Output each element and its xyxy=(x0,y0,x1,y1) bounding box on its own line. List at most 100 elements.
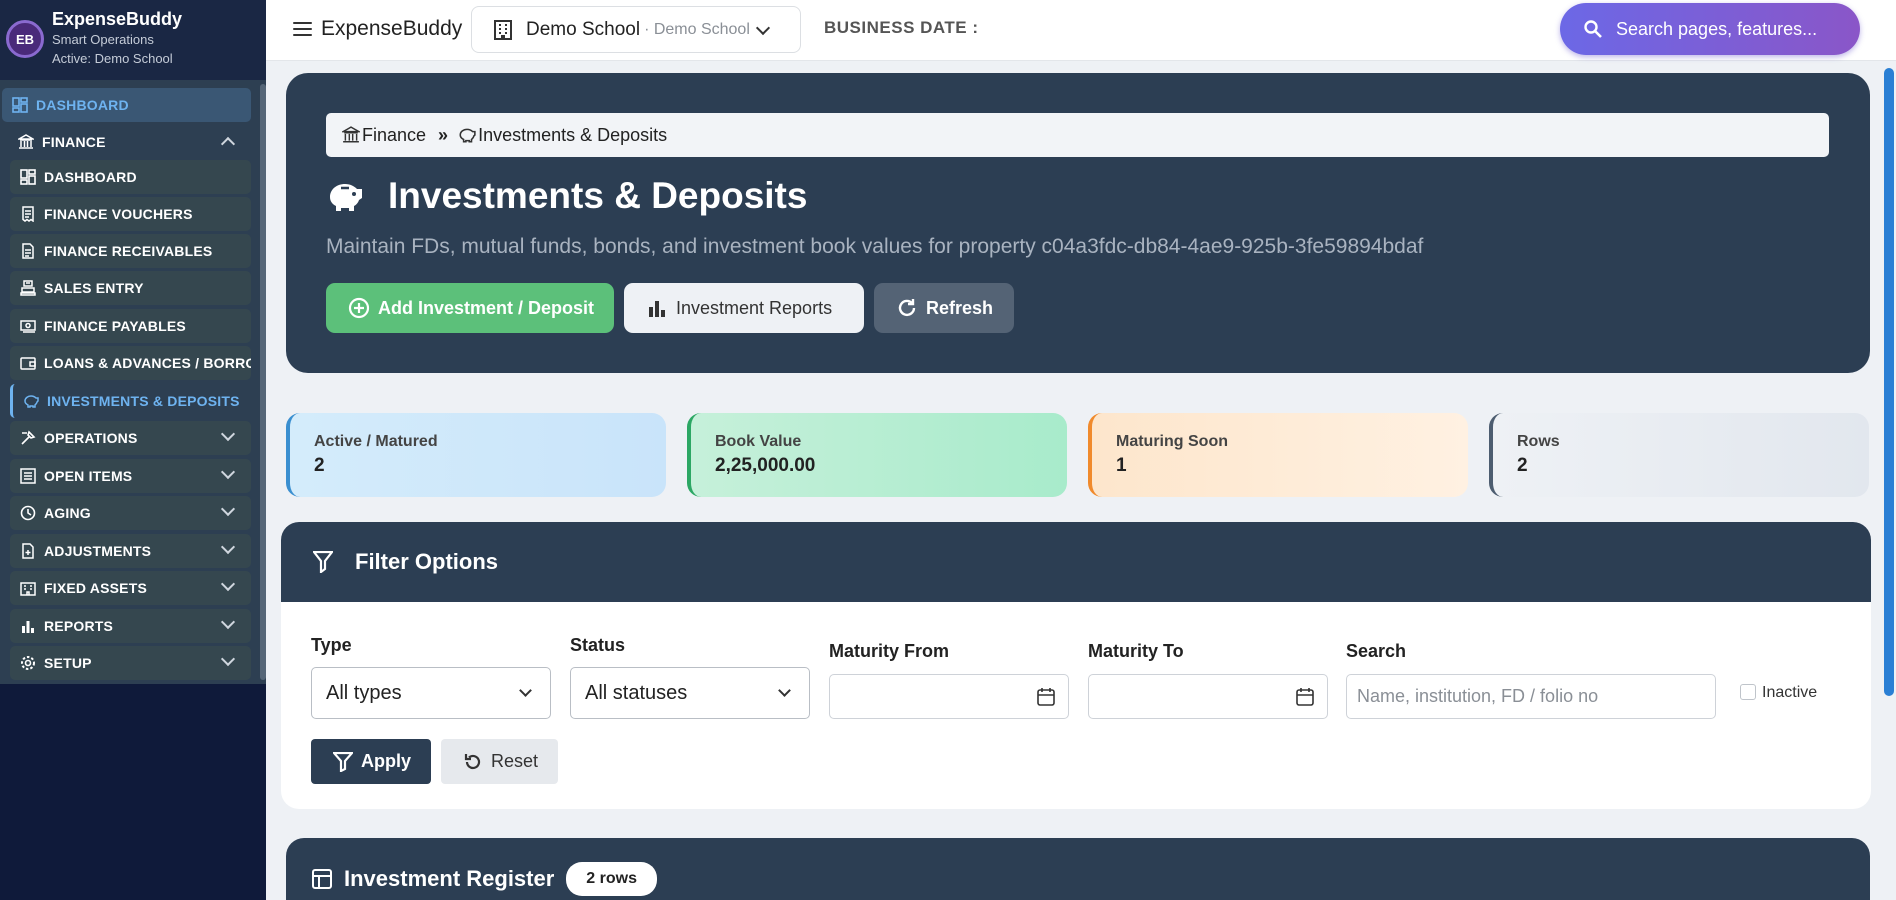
stat-card-maturing-soon: Maturing Soon 1 xyxy=(1088,413,1468,497)
chevron-up-icon xyxy=(220,136,236,152)
filter-header: Filter Options xyxy=(281,522,1871,602)
maturity-from-input[interactable] xyxy=(829,674,1069,719)
investment-reports-label: Investment Reports xyxy=(676,297,833,318)
sidebar-scrollbar[interactable] xyxy=(260,84,266,680)
school-sub: · Demo School xyxy=(644,20,750,38)
sidebar-item-sales-entry[interactable]: SALES ENTRY xyxy=(10,271,251,305)
page-title: Investments & Deposits xyxy=(326,175,807,217)
brand-subtitle: Smart Operations xyxy=(52,32,154,47)
sidebar-item-finance-dashboard[interactable]: DASHBOARD xyxy=(10,160,251,194)
sidebar-item-investments-deposits[interactable]: INVESTMENTS & DEPOSITS xyxy=(10,384,251,418)
sidebar-item-label: INVESTMENTS & DEPOSITS xyxy=(47,393,240,409)
sidebar-item-label: SETUP xyxy=(44,655,92,671)
stat-label: Active / Matured xyxy=(314,433,438,450)
add-investment-label: Add Investment / Deposit xyxy=(378,297,595,318)
sidebar-item-loans-advances[interactable]: LOANS & ADVANCES / BORROWINGS xyxy=(10,346,251,380)
school-selector[interactable]: Demo School · Demo School xyxy=(471,6,801,53)
school-name: Demo School xyxy=(526,18,641,40)
calendar-icon[interactable] xyxy=(1036,687,1056,707)
bar-chart-icon xyxy=(649,301,665,317)
clock-icon xyxy=(20,505,36,521)
register-title-text: Investment Register xyxy=(344,866,555,891)
sidebar-item-finance-vouchers[interactable]: FINANCE VOUCHERS xyxy=(10,197,251,231)
sidebar-item-finance-receivables[interactable]: FINANCE RECEIVABLES xyxy=(10,234,251,268)
investment-reports-button[interactable]: Investment Reports xyxy=(624,283,864,333)
sidebar: EB ExpenseBuddy Smart Operations Active:… xyxy=(0,0,266,900)
sidebar-item-label: OPEN ITEMS xyxy=(44,468,133,484)
brand-active-school: Active: Demo School xyxy=(52,51,173,66)
filter-card: Filter Options Type All types Status All… xyxy=(281,522,1871,809)
apply-button[interactable]: Apply xyxy=(311,739,431,784)
stat-label: Rows xyxy=(1517,433,1560,450)
file-plus-icon xyxy=(22,543,34,559)
reset-button[interactable]: Reset xyxy=(441,739,558,784)
type-select[interactable]: All types xyxy=(311,667,551,719)
plus-circle-icon xyxy=(348,297,370,319)
breadcrumb: Finance » Investments & Deposits xyxy=(326,113,1829,157)
bar-chart-icon xyxy=(22,621,34,633)
status-select[interactable]: All statuses xyxy=(570,667,810,719)
main-scrollbar[interactable] xyxy=(1884,68,1894,696)
chevron-down-icon xyxy=(220,501,236,517)
stat-value: 1 xyxy=(1116,455,1127,476)
sidebar-item-label: FIXED ASSETS xyxy=(44,580,148,596)
chevron-down-icon xyxy=(778,684,791,697)
page-header-card: Finance » Investments & Deposits Investm… xyxy=(286,73,1870,373)
inactive-label: Inactive xyxy=(1762,684,1818,701)
sidebar-item-aging[interactable]: AGING xyxy=(10,496,251,530)
sidebar-item-label: DASHBOARD xyxy=(36,97,129,113)
reset-label: Reset xyxy=(491,751,539,771)
inactive-checkbox[interactable] xyxy=(1740,684,1756,700)
type-select-value: All types xyxy=(326,681,402,704)
sidebar-item-fixed-assets[interactable]: FIXED ASSETS xyxy=(10,571,251,605)
maturity-to-input[interactable] xyxy=(1088,674,1328,719)
operations-icon xyxy=(21,430,36,445)
sidebar-item-dashboard[interactable]: DASHBOARD xyxy=(2,88,251,122)
apply-label: Apply xyxy=(361,751,412,771)
sidebar-item-adjustments[interactable]: ADJUSTMENTS xyxy=(10,534,251,568)
building-icon xyxy=(20,582,36,596)
hamburger-menu-icon[interactable] xyxy=(293,22,312,37)
sidebar-item-label: FINANCE PAYABLES xyxy=(44,318,186,334)
chevron-down-icon xyxy=(519,684,532,697)
chevron-down-icon xyxy=(220,614,236,630)
sidebar-item-label: FINANCE RECEIVABLES xyxy=(44,243,213,259)
register-header: Investment Register 2 rows xyxy=(312,862,657,896)
sidebar-item-label: FINANCE xyxy=(42,134,106,150)
receipt-icon xyxy=(22,206,34,222)
sidebar-item-label: LOANS & ADVANCES / BORROWINGS xyxy=(44,355,251,371)
sidebar-item-open-items[interactable]: OPEN ITEMS xyxy=(10,459,251,493)
brand-logo: EB xyxy=(6,20,44,58)
sidebar-item-finance-payables[interactable]: FINANCE PAYABLES xyxy=(10,309,251,343)
maturity-to-label: Maturity To xyxy=(1088,641,1184,661)
business-date-label: BUSINESS DATE : xyxy=(824,18,979,37)
sidebar-item-operations[interactable]: OPERATIONS xyxy=(10,421,251,455)
refresh-button[interactable]: Refresh xyxy=(874,283,1014,333)
reset-icon xyxy=(464,753,481,769)
sidebar-item-label: ADJUSTMENTS xyxy=(44,543,152,559)
stat-value: 2,25,000.00 xyxy=(715,455,816,476)
calendar-icon[interactable] xyxy=(1295,687,1315,707)
piggy-bank-icon xyxy=(24,395,39,408)
sidebar-item-reports[interactable]: REPORTS xyxy=(10,609,251,643)
sidebar-item-setup[interactable]: SETUP xyxy=(10,646,251,680)
sidebar-item-label: SALES ENTRY xyxy=(44,280,144,296)
breadcrumb-finance[interactable]: Finance xyxy=(362,125,426,146)
list-icon xyxy=(20,468,36,484)
bank-icon xyxy=(342,126,360,143)
add-investment-button[interactable]: Add Investment / Deposit xyxy=(326,283,614,333)
search-input[interactable] xyxy=(1346,674,1716,719)
dashboard-icon xyxy=(20,169,36,185)
global-search-button[interactable]: Search pages, features... xyxy=(1560,3,1860,55)
type-label: Type xyxy=(311,635,352,655)
status-label: Status xyxy=(570,635,626,655)
app-title: ExpenseBuddy xyxy=(321,17,463,40)
filter-icon xyxy=(313,551,333,573)
chevron-down-icon xyxy=(220,426,236,442)
sidebar-item-label: FINANCE VOUCHERS xyxy=(44,206,193,222)
brand: EB ExpenseBuddy Smart Operations Active:… xyxy=(0,0,266,80)
filter-icon xyxy=(333,751,353,772)
sidebar-item-finance[interactable]: FINANCE xyxy=(6,125,251,159)
piggy-bank-icon xyxy=(459,128,476,143)
stat-card-active-matured: Active / Matured 2 xyxy=(286,413,666,497)
